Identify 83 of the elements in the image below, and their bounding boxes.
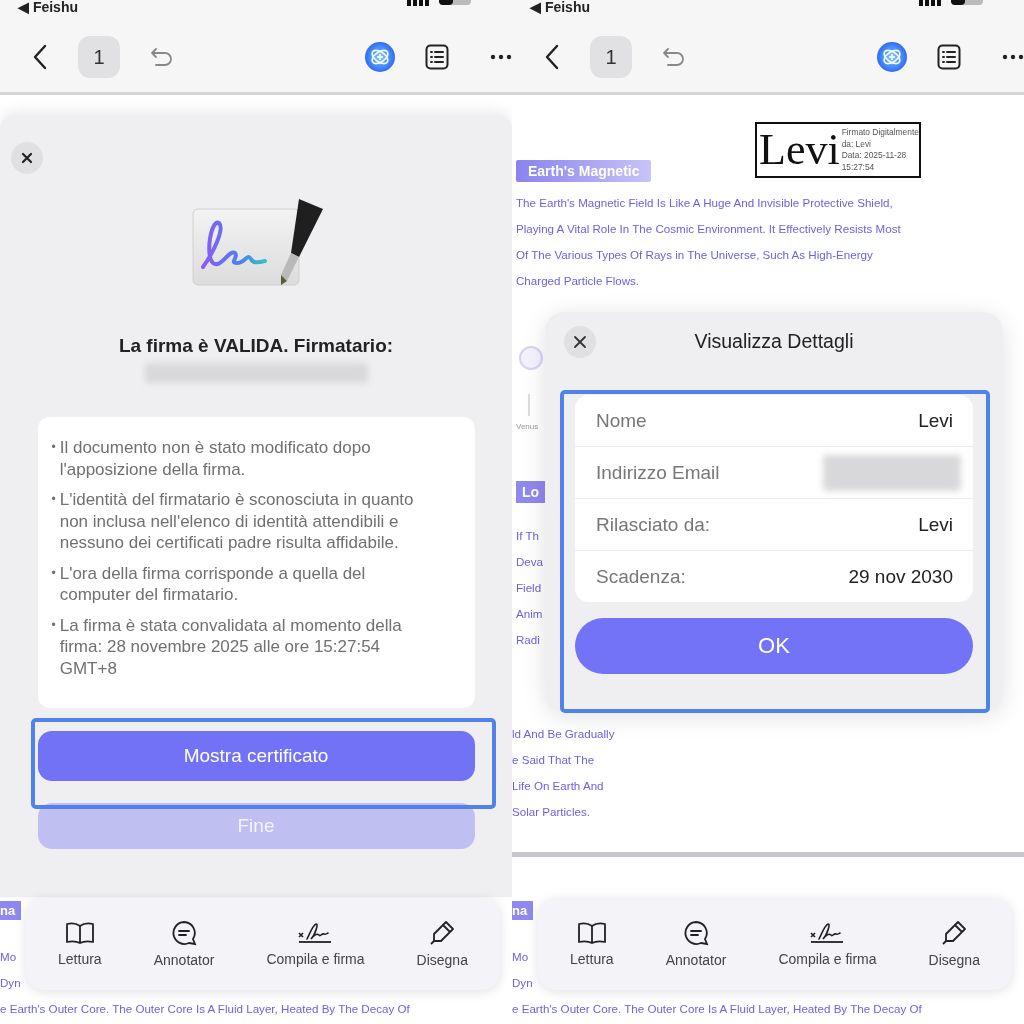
bullet-icon: •: [51, 489, 56, 554]
close-icon: [21, 152, 33, 164]
ai-assistant-button[interactable]: [364, 41, 396, 73]
document-text: ld And Be Gradually: [512, 726, 615, 742]
toolbar-tab[interactable]: Compila e firma: [774, 921, 881, 967]
ai-assistant-button[interactable]: [876, 41, 908, 73]
stamp-text: Firmato Digitalmente: [841, 127, 919, 139]
back-button[interactable]: [32, 44, 48, 70]
back-to-app-link[interactable]: ◀ Feishu: [530, 0, 590, 15]
undo-button[interactable]: [662, 47, 686, 67]
undo-button[interactable]: [150, 47, 174, 67]
detail-label: Rilasciato da:: [596, 513, 711, 536]
section-heading: na: [0, 901, 22, 920]
close-icon: [573, 335, 587, 349]
section-heading: na: [512, 901, 534, 920]
document-text: Mo: [512, 949, 529, 965]
section-heading: Earth's Magnetic: [516, 160, 652, 182]
document-text: e Said That The: [512, 752, 595, 768]
toolbar-tab[interactable]: Disegna: [924, 920, 984, 968]
ok-button[interactable]: OK: [575, 618, 973, 674]
document-text: Deva: [516, 554, 544, 570]
detail-value: Levi: [918, 513, 953, 536]
detail-value: Levi: [918, 409, 953, 432]
document-text: Field: [516, 580, 542, 596]
document-text: Anim: [516, 606, 543, 622]
signature-note: La firma è stata convalidata al momento della firma: 28 novembre 2025 alle ore 15:27:54 GMT+8: [59, 614, 403, 679]
document-text: Dyn: [0, 975, 21, 991]
list-button[interactable]: [937, 44, 961, 70]
signature-note: Il documento non è stato modificato dopo l'apposizione della firma.: [59, 437, 372, 480]
show-certificate-button[interactable]: Mostra certificato: [37, 731, 475, 781]
document-text: Charged Particle Flows.: [516, 273, 640, 289]
book-icon: [576, 921, 607, 945]
bullet-icon: •: [51, 562, 56, 606]
signature-icon: [297, 921, 334, 945]
document-text: Life On Earth And: [512, 778, 604, 794]
more-button[interactable]: [1002, 54, 1024, 60]
bullet-icon: •: [51, 614, 56, 679]
document-text: Of The Various Types Of Rays in The Universe, Such As High-Energy: [516, 247, 873, 263]
toolbar-tab[interactable]: Annotator: [661, 920, 731, 968]
signature-status-title: La firma è VALIDA. Firmatario:: [118, 335, 394, 357]
document-text: The Earth's Magnetic Field Is Like A Huge And Invisible Protective Shield,: [516, 195, 893, 211]
toolbar-tab[interactable]: Annotator: [149, 920, 219, 968]
bullet-icon: •: [51, 437, 56, 480]
section-heading: Lo: [516, 481, 546, 503]
document-text: Playing A Vital Role In The Cosmic Environment. It Effectively Resists Most: [516, 221, 901, 237]
back-button[interactable]: [544, 44, 560, 70]
comment-icon: [682, 920, 711, 946]
document-text: e Earth's Outer Core. The Outer Core Is A Fluid Layer, Heated By The Decay Of: [0, 1001, 410, 1017]
signature-note: L'identità del firmatario è sconosciuta in quanto non inclusa nell'elenco di identità attendibili e nessuno dei certificati padre risulta affidabile.: [59, 489, 415, 554]
toolbar-tab[interactable]: Compila e firma: [262, 921, 369, 967]
document-text: If Th: [516, 528, 539, 544]
signature-icon: [809, 921, 846, 945]
page-number-button[interactable]: 1: [78, 36, 120, 78]
document-text: e Earth's Outer Core. The Outer Core Is A Fluid Layer, Heated By The Decay Of: [512, 1001, 922, 1017]
comment-icon: [170, 920, 199, 946]
stamp-text: Data: 2025-11-28: [841, 150, 908, 162]
dialog-title: Visualizza Dettagli: [694, 330, 854, 353]
stamp-text: 15:27:54: [841, 161, 876, 173]
marker-icon: [941, 920, 968, 946]
document-text: Dyn: [512, 975, 533, 991]
more-button[interactable]: [490, 54, 512, 60]
document-text: Solar Particles.: [512, 804, 590, 820]
stamp-signature-name: Levi: [759, 128, 840, 172]
detail-label: Nome: [596, 409, 647, 432]
close-button[interactable]: [11, 142, 43, 174]
marker-icon: [429, 920, 456, 946]
diagram-label: Venus: [516, 422, 540, 431]
detail-label: Scadenza:: [596, 565, 686, 588]
planet-circle: [519, 346, 543, 370]
document-text: Radi: [516, 632, 540, 648]
close-button[interactable]: [564, 326, 596, 358]
book-icon: [64, 921, 95, 945]
document-text: Mo: [0, 949, 17, 965]
list-button[interactable]: [425, 44, 449, 70]
detail-label: Indirizzo Email: [596, 461, 720, 484]
stamp-text: da: Levi: [841, 138, 872, 150]
signature-note: L'ora della firma corrisponde a quella del computer del firmatario.: [59, 562, 367, 606]
toolbar-tab[interactable]: Lettura: [54, 921, 106, 967]
toolbar-tab[interactable]: Disegna: [412, 920, 472, 968]
back-to-app-link[interactable]: ◀ Feishu: [18, 0, 78, 15]
page-number-button[interactable]: 1: [590, 36, 632, 78]
toolbar-tab[interactable]: Lettura: [566, 921, 618, 967]
detail-value: 29 nov 2030: [848, 565, 953, 588]
